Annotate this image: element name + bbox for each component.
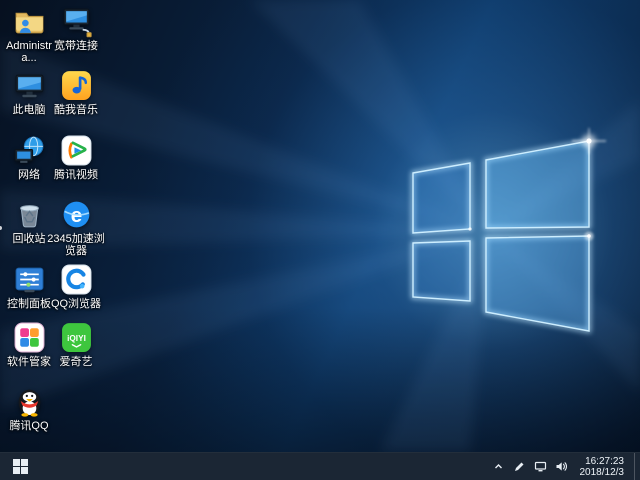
desktop-icon-qq-browser[interactable]: QQ浏览器 (47, 263, 105, 310)
pen-icon[interactable] (513, 460, 526, 473)
clock-time: 16:27:23 (585, 456, 624, 467)
icon-label: 酷我音乐 (54, 104, 98, 116)
desktop-icon-tencent-video[interactable]: 腾讯视频 (47, 134, 105, 181)
volume-icon[interactable] (555, 460, 568, 473)
software-manager-icon (13, 321, 46, 354)
qq-browser-icon (60, 263, 93, 296)
iqiyi-icon: iQIYI (60, 321, 93, 354)
icon-label: 网络 (18, 169, 40, 181)
desktop-icon-broadband-connection[interactable]: 宽带连接 (47, 5, 105, 52)
icon-label: 腾讯QQ (9, 420, 48, 432)
icon-label: 腾讯视频 (54, 169, 98, 181)
icon-label: 2345加速浏览器 (47, 233, 105, 257)
desktop-wallpaper: Administra... 此电脑 网络 回收站 (0, 0, 640, 452)
clock-date: 2018/12/3 (580, 467, 625, 478)
start-button[interactable] (0, 453, 40, 480)
recycle-bin-icon (13, 198, 46, 231)
show-desktop-button[interactable] (634, 453, 640, 480)
icon-label: 宽带连接 (54, 40, 98, 52)
control-panel-icon (13, 263, 46, 296)
desktop-icon-2345-browser[interactable]: e 2345加速浏览器 (47, 198, 105, 257)
icon-label: 爱奇艺 (60, 356, 93, 368)
icon-label: 软件管家 (7, 356, 51, 368)
computer-icon (13, 69, 46, 102)
network-globe-icon (13, 134, 46, 167)
user-folder-icon (13, 5, 46, 38)
svg-text:iQIYI: iQIYI (67, 334, 86, 343)
hidden-icons-chevron-icon[interactable] (492, 460, 505, 473)
broadband-monitor-icon (60, 5, 93, 38)
taskbar: 16:27:23 2018/12/3 (0, 452, 640, 480)
network-icon[interactable] (534, 460, 547, 473)
kuwo-music-icon (60, 69, 93, 102)
browser-e-icon: e (60, 198, 93, 231)
desktop-icon-kuwo-music[interactable]: 酷我音乐 (47, 69, 105, 116)
desktop-icon-tencent-qq[interactable]: 腾讯QQ (0, 385, 58, 432)
icon-label: QQ浏览器 (51, 298, 101, 310)
icon-label: 回收站 (13, 233, 46, 245)
icon-label: 控制面板 (7, 298, 51, 310)
svg-text:e: e (70, 204, 81, 227)
taskbar-clock[interactable]: 16:27:23 2018/12/3 (576, 456, 629, 478)
tencent-video-icon (60, 134, 93, 167)
system-tray: 16:27:23 2018/12/3 (488, 453, 635, 480)
windows-start-icon (13, 459, 28, 474)
desktop-icon-iqiyi[interactable]: iQIYI 爱奇艺 (47, 321, 105, 368)
taskbar-empty-area (40, 453, 488, 480)
qq-penguin-icon (13, 385, 46, 418)
icon-label: 此电脑 (13, 104, 46, 116)
